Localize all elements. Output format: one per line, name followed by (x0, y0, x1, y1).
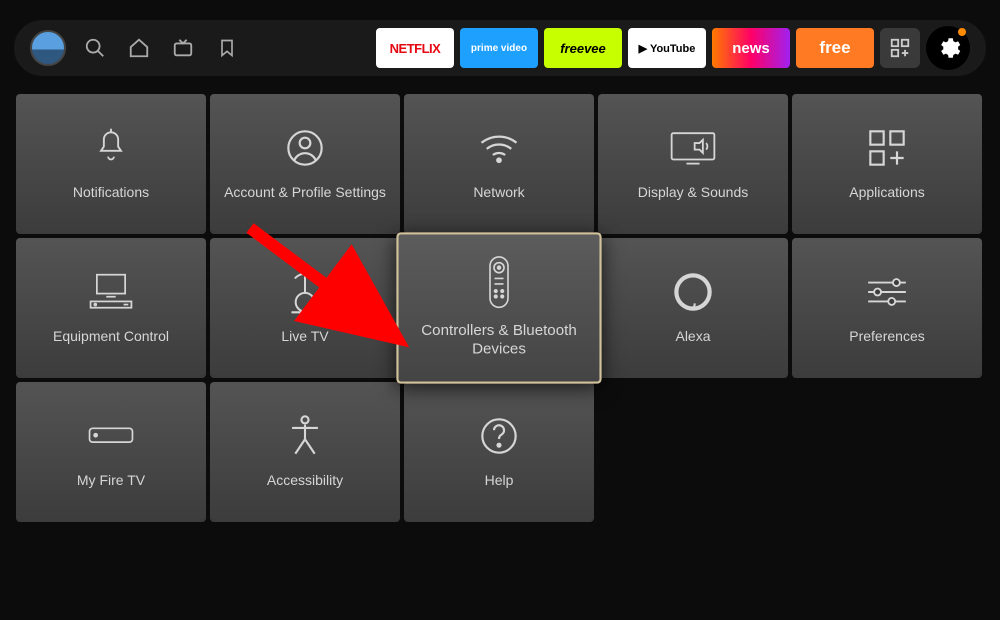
tile-label: Account & Profile Settings (224, 184, 386, 202)
settings-tile-alexa[interactable]: Alexa (598, 238, 788, 378)
settings-tile-equipment[interactable]: Equipment Control (16, 238, 206, 378)
app-tile-primevideo[interactable]: prime video (460, 28, 538, 68)
settings-tile-wifi[interactable]: Network (404, 94, 594, 234)
settings-tile-help[interactable]: Help (404, 382, 594, 522)
bookmark-icon[interactable] (216, 37, 238, 59)
equipment-icon (89, 270, 133, 314)
top-navigation-bar: NETFLIX prime video freevee ▶ YouTube ne… (14, 20, 986, 76)
tile-label: Applications (849, 184, 925, 202)
settings-tile-remote[interactable]: Controllers & Bluetooth Devices (396, 232, 601, 383)
profile-avatar[interactable] (30, 30, 66, 66)
settings-tile-firetv[interactable]: My Fire TV (16, 382, 206, 522)
help-icon (479, 414, 519, 458)
accessibility-icon (287, 414, 323, 458)
app-tile-youtube[interactable]: ▶ YouTube (628, 28, 706, 68)
alexa-icon (672, 270, 714, 314)
app-tile-freevee[interactable]: freevee (544, 28, 622, 68)
nav-icon-group (84, 37, 238, 59)
tv-icon[interactable] (172, 37, 194, 59)
settings-gear-button[interactable] (926, 26, 970, 70)
settings-tile-bell[interactable]: Notifications (16, 94, 206, 234)
firetv-icon (88, 414, 134, 458)
notification-dot-icon (958, 28, 966, 36)
account-icon (285, 126, 325, 170)
tile-label: Accessibility (267, 472, 343, 490)
preferences-icon (865, 270, 909, 314)
app-shortcut-row: NETFLIX prime video freevee ▶ YouTube ne… (376, 26, 970, 70)
search-icon[interactable] (84, 37, 106, 59)
remote-icon (487, 258, 511, 306)
settings-tile-livetv[interactable]: Live TV (210, 238, 400, 378)
livetv-icon (286, 270, 324, 314)
tile-label: Network (473, 184, 524, 202)
display-icon (670, 126, 716, 170)
app-tile-news[interactable]: news (712, 28, 790, 68)
settings-tile-preferences[interactable]: Preferences (792, 238, 982, 378)
settings-tile-account[interactable]: Account & Profile Settings (210, 94, 400, 234)
settings-tile-apps[interactable]: Applications (792, 94, 982, 234)
tile-label: Notifications (73, 184, 149, 202)
app-tile-free[interactable]: free (796, 28, 874, 68)
tile-label: Help (485, 472, 514, 490)
app-grid-icon[interactable] (880, 28, 920, 68)
wifi-icon (478, 126, 520, 170)
tile-label: Live TV (281, 328, 328, 346)
tile-label: Controllers & Bluetooth Devices (409, 320, 588, 358)
settings-tile-accessibility[interactable]: Accessibility (210, 382, 400, 522)
apps-icon (867, 126, 907, 170)
settings-tile-display[interactable]: Display & Sounds (598, 94, 788, 234)
settings-grid: Notifications Account & Profile Settings N… (0, 86, 1000, 530)
tile-label: Preferences (849, 328, 924, 346)
tile-label: Alexa (675, 328, 710, 346)
tile-label: Equipment Control (53, 328, 169, 346)
app-tile-netflix[interactable]: NETFLIX (376, 28, 454, 68)
home-icon[interactable] (128, 37, 150, 59)
tile-label: Display & Sounds (638, 184, 749, 202)
tile-label: My Fire TV (77, 472, 145, 490)
bell-icon (93, 126, 129, 170)
